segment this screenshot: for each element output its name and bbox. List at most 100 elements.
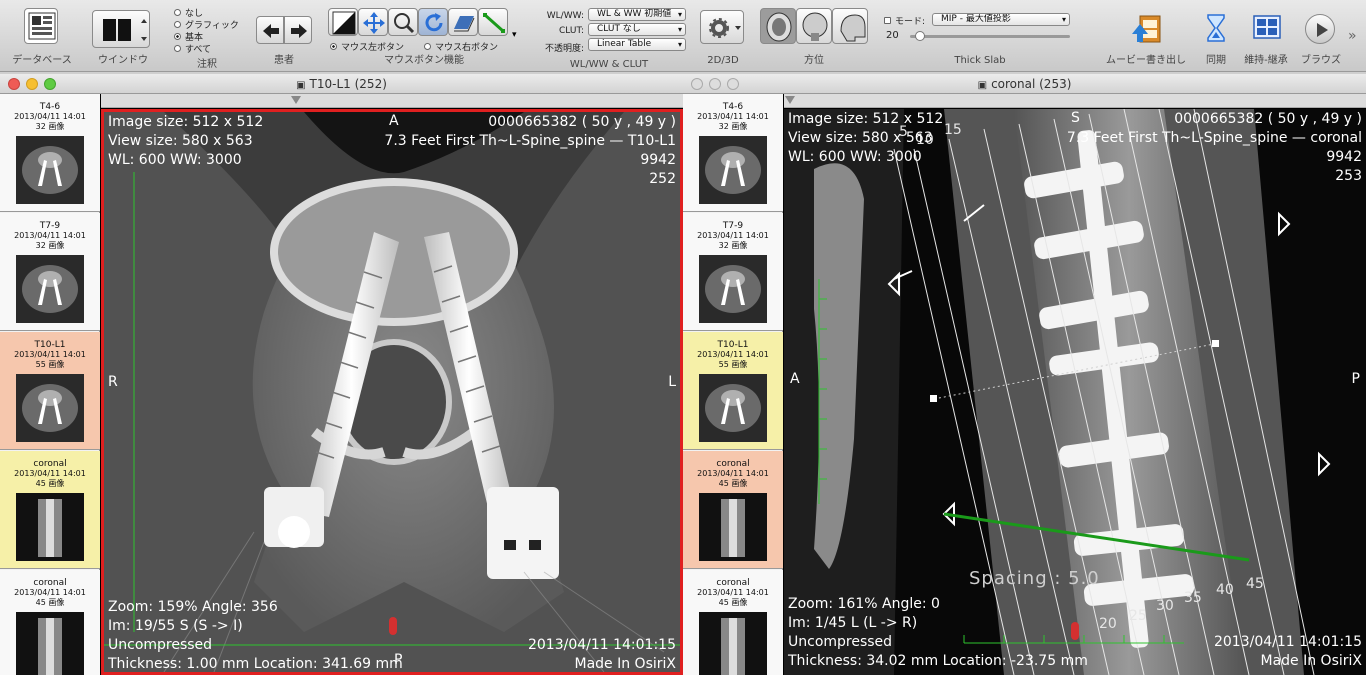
series-thumbnail[interactable] xyxy=(699,136,767,204)
brain-axial-icon xyxy=(766,12,792,42)
axial-ct-image xyxy=(104,112,680,672)
slab-mode-popup[interactable]: MIP - 最大値投影 xyxy=(932,13,1070,26)
sync-label: 同期 xyxy=(1206,55,1226,66)
wlww-tool-button[interactable] xyxy=(328,8,358,36)
slab-thickness-value: 20 xyxy=(886,30,899,41)
patient-id-text: 0000665382 ( 50 y , 49 y ) xyxy=(1174,111,1362,127)
zoom-icon[interactable] xyxy=(727,78,739,90)
series-item[interactable]: T4-6 2013/04/11 14:01 32 画像 xyxy=(0,94,100,212)
database-group[interactable]: データベース xyxy=(0,4,84,68)
axial-orientation-button[interactable] xyxy=(760,8,796,44)
series-item[interactable]: T7-9 2013/04/11 14:01 32 画像 xyxy=(0,213,100,331)
series-item[interactable]: coronal 2013/04/11 14:01 45 画像 xyxy=(0,451,100,569)
series-thumbnail[interactable] xyxy=(699,493,767,561)
annotation-group: なし グラフィック 基本 すべて 注釈 xyxy=(168,4,246,70)
radio-icon xyxy=(174,9,181,16)
wlww-popup[interactable]: WL & WW 初期値 xyxy=(588,8,686,21)
clut-label: CLUT: xyxy=(559,26,584,36)
browse-label: ブラウズ xyxy=(1301,55,1341,66)
series-item[interactable]: T4-6 2013/04/11 14:01 32 画像 xyxy=(683,94,783,212)
close-icon[interactable] xyxy=(691,78,703,90)
browse-play-button[interactable] xyxy=(1305,14,1335,44)
move-icon xyxy=(363,12,385,34)
view-size-text: View size: 580 x 563 xyxy=(788,130,933,146)
movie-export-button[interactable] xyxy=(1130,12,1162,46)
series-thumbnail[interactable] xyxy=(16,374,84,442)
left-image-viewport[interactable]: Image size: 512 x 512 View size: 580 x 5… xyxy=(101,109,683,675)
acquisition-date-text: 2013/04/11 14:01:15 xyxy=(527,637,676,653)
series-thumbnail[interactable] xyxy=(16,255,84,323)
database-icon[interactable] xyxy=(24,8,58,44)
series-item[interactable]: T10-L1 2013/04/11 14:01 55 画像 xyxy=(683,332,783,450)
left-series-list: T4-6 2013/04/11 14:01 32 画像 T7-9 2013/04/11 … xyxy=(0,94,100,675)
arrow-left-icon xyxy=(263,24,279,38)
series-thumbnail[interactable] xyxy=(699,255,767,323)
spacing-annotation: Spacing : 5.0 xyxy=(969,568,1100,589)
next-patient-button[interactable] xyxy=(284,16,312,44)
series-item[interactable]: T10-L1 2013/04/11 14:01 55 画像 xyxy=(0,332,100,450)
series-item[interactable]: coronal 2013/04/11 14:01 45 画像 xyxy=(683,451,783,569)
series-thumbnail[interactable] xyxy=(16,493,84,561)
wlww-clut-group: WL/WW: WL & WW 初期値 CLUT: CLUT なし 不透明度: L… xyxy=(526,4,692,70)
minimize-icon[interactable] xyxy=(709,78,721,90)
window-level-text: WL: 600 WW: 3000 xyxy=(108,152,242,168)
left-window-titlebar: ▣ T10-L1 (252) xyxy=(0,74,683,94)
rotate-tool-button[interactable] xyxy=(418,8,448,36)
previous-patient-button[interactable] xyxy=(256,16,284,44)
brain-coronal-icon xyxy=(802,12,828,41)
hourglass-icon xyxy=(1207,14,1225,42)
pan-tool-button[interactable] xyxy=(358,8,388,36)
opacity-popup[interactable]: Linear Table xyxy=(588,38,686,51)
orientation-left: A xyxy=(790,371,800,387)
sync-group: 同期 xyxy=(1196,4,1236,68)
sagittal-orientation-button[interactable] xyxy=(832,8,868,44)
clut-popup[interactable]: CLUT なし xyxy=(588,23,686,36)
zoom-tool-button[interactable] xyxy=(388,8,418,36)
slab-scale-number: 30 xyxy=(1156,598,1174,614)
series-date: 2013/04/11 14:01 xyxy=(14,350,86,359)
series-item[interactable]: coronal 2013/04/11 14:01 45 画像 xyxy=(683,570,783,675)
series-thumbnail[interactable] xyxy=(16,136,84,204)
series-thumbnail[interactable] xyxy=(16,612,84,675)
zoom-icon[interactable] xyxy=(44,78,56,90)
mode-checkbox[interactable]: モード: xyxy=(884,14,925,27)
toolbar-overflow-icon[interactable]: » xyxy=(1348,28,1357,44)
series-date: 2013/04/11 14:01 xyxy=(697,231,769,240)
coronal-orientation-button[interactable] xyxy=(796,8,832,44)
series-count: 45 画像 xyxy=(35,598,65,607)
left-image-slider[interactable] xyxy=(101,94,683,108)
patient-id-text: 0000665382 ( 50 y , 49 y ) xyxy=(488,114,676,130)
window-layout-button[interactable] xyxy=(92,10,150,48)
minimize-icon[interactable] xyxy=(26,78,38,90)
study-description-text: 7.3 Feet First Th~L-Spine_spine — T10-L1 xyxy=(384,133,676,149)
more-tools-chevron-icon[interactable]: ▾ xyxy=(512,30,517,40)
window-label: ウインドウ xyxy=(98,55,148,66)
slab-slider-track[interactable] xyxy=(910,31,1070,41)
annotation-option-all[interactable]: すべて xyxy=(174,42,211,55)
measure-tool-button[interactable] xyxy=(478,8,508,36)
right-image-slider[interactable] xyxy=(784,94,1366,108)
render-3d-button[interactable] xyxy=(700,10,744,44)
slider-handle-icon[interactable] xyxy=(290,96,301,104)
wlww-label: WL/WW: xyxy=(546,11,584,21)
right-window-titlebar: ▣ coronal (253) xyxy=(683,74,1366,94)
slider-handle-icon[interactable] xyxy=(784,96,795,104)
slab-slider-thumb[interactable] xyxy=(914,31,925,41)
series-count: 32 画像 xyxy=(718,122,748,131)
sync-button[interactable] xyxy=(1204,12,1228,46)
series-thumbnail[interactable] xyxy=(699,374,767,442)
image-size-text: Image size: 512 x 512 xyxy=(788,111,944,127)
window-group[interactable]: ウインドウ xyxy=(88,4,158,68)
right-image-viewport[interactable]: 5 10 15 20 25 30 35 40 45 Spacing : 5.0 Image si… xyxy=(784,109,1366,675)
thickness-location-text: Thickness: 34.02 mm Location: -23.75 mm xyxy=(788,653,1088,669)
series-thumbnail[interactable] xyxy=(699,612,767,675)
orientation-top: A xyxy=(389,113,399,129)
series-item[interactable]: T7-9 2013/04/11 14:01 32 画像 xyxy=(683,213,783,331)
view-size-text: View size: 580 x 563 xyxy=(108,133,253,149)
close-icon[interactable] xyxy=(8,78,20,90)
movie-export-label: ムービー書き出し xyxy=(1106,55,1186,66)
film-export-icon xyxy=(1132,15,1161,43)
series-item[interactable]: coronal 2013/04/11 14:01 45 画像 xyxy=(0,570,100,675)
keep-inherit-button[interactable] xyxy=(1252,12,1282,42)
scroll-tool-button[interactable] xyxy=(448,8,478,36)
